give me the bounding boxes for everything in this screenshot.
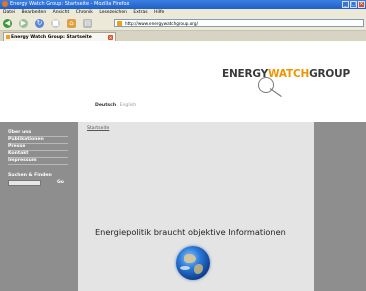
logo-part-group: GROUP xyxy=(309,68,350,80)
sidebar-item-publikationen[interactable]: Publikationen xyxy=(8,137,44,142)
menu-extras[interactable]: Extras xyxy=(133,10,147,15)
maximize-button[interactable]: □ xyxy=(350,1,357,8)
sidebar-item-presse[interactable]: Presse xyxy=(8,144,25,149)
menu-bearbeiten[interactable]: Bearbeiten xyxy=(21,10,46,15)
sidebar-item-impressum[interactable]: Impressum xyxy=(8,158,37,163)
menu-lesezeichen[interactable]: Lesezeichen xyxy=(99,10,127,15)
menu-chronik[interactable]: Chronik xyxy=(76,10,93,15)
menu-hilfe[interactable]: Hilfe xyxy=(154,10,164,15)
lang-english[interactable]: English xyxy=(120,103,137,108)
logo-part-watch: WATCH xyxy=(268,68,310,80)
sidebar-item-kontakt[interactable]: Kontakt xyxy=(8,151,28,156)
search-input[interactable] xyxy=(8,180,41,186)
firefox-icon xyxy=(2,1,8,7)
main-content: Startseite Energiepolitik braucht objekt… xyxy=(78,122,314,291)
window-controls: _ □ × xyxy=(342,1,365,8)
right-sidebar xyxy=(314,122,366,291)
globe-cloud-shape xyxy=(180,266,190,270)
magnifier-handle-icon xyxy=(269,88,282,97)
close-window-button[interactable]: × xyxy=(358,1,365,8)
left-sidebar: Über uns Publikationen Presse Kontakt Im… xyxy=(0,122,78,291)
tab-startseite[interactable]: Energy Watch Group: Startseite × xyxy=(3,32,116,41)
menu-datei[interactable]: Datei xyxy=(3,10,15,15)
window-title: Energy Watch Group: Startseite - Mozilla… xyxy=(10,1,130,7)
menu-bar: Datei Bearbeiten Ansicht Chronik Lesezei… xyxy=(0,9,366,17)
stop-icon[interactable]: ■ xyxy=(51,19,60,28)
home-icon[interactable]: ⌂ xyxy=(67,19,76,28)
site-favicon-icon xyxy=(117,21,122,26)
back-icon[interactable]: ◀ xyxy=(3,19,12,28)
page-headline: Energiepolitik braucht objektive Informa… xyxy=(95,227,286,237)
tab-close-icon[interactable]: × xyxy=(108,35,113,40)
minimize-button[interactable]: _ xyxy=(342,1,349,8)
reload-icon[interactable]: ↻ xyxy=(35,19,44,28)
navigation-toolbar: ◀ ▶ ↻ ■ ⌂ ▤ http://www.energywatchgroup.… xyxy=(0,17,366,31)
tab-label: Energy Watch Group: Startseite xyxy=(11,35,92,40)
search-go-button[interactable]: Go xyxy=(57,180,64,185)
forward-icon[interactable]: ▶ xyxy=(19,19,28,28)
address-url: http://www.energywatchgroup.org/ xyxy=(125,21,199,26)
address-bar[interactable]: http://www.energywatchgroup.org/ xyxy=(114,19,364,27)
window-titlebar: Energy Watch Group: Startseite - Mozilla… xyxy=(0,0,366,9)
globe-icon xyxy=(176,246,210,280)
menu-ansicht[interactable]: Ansicht xyxy=(53,10,70,15)
print-icon[interactable]: ▤ xyxy=(83,19,92,28)
sidebar-divider xyxy=(8,164,68,165)
language-switch: Deutsch English xyxy=(95,103,136,108)
energy-watch-group-logo[interactable]: ENERGYWATCHGROUP xyxy=(222,68,350,80)
search-heading: Suchen & Finden xyxy=(8,173,52,178)
globe-land-shape xyxy=(194,264,203,274)
web-page: ENERGYWATCHGROUP Deutsch English Über un… xyxy=(0,41,366,291)
globe-land-shape xyxy=(184,254,196,263)
tab-favicon-icon xyxy=(6,35,10,39)
breadcrumb[interactable]: Startseite xyxy=(87,126,109,131)
sidebar-item-ueber-uns[interactable]: Über uns xyxy=(8,130,31,135)
lang-deutsch[interactable]: Deutsch xyxy=(95,103,116,108)
